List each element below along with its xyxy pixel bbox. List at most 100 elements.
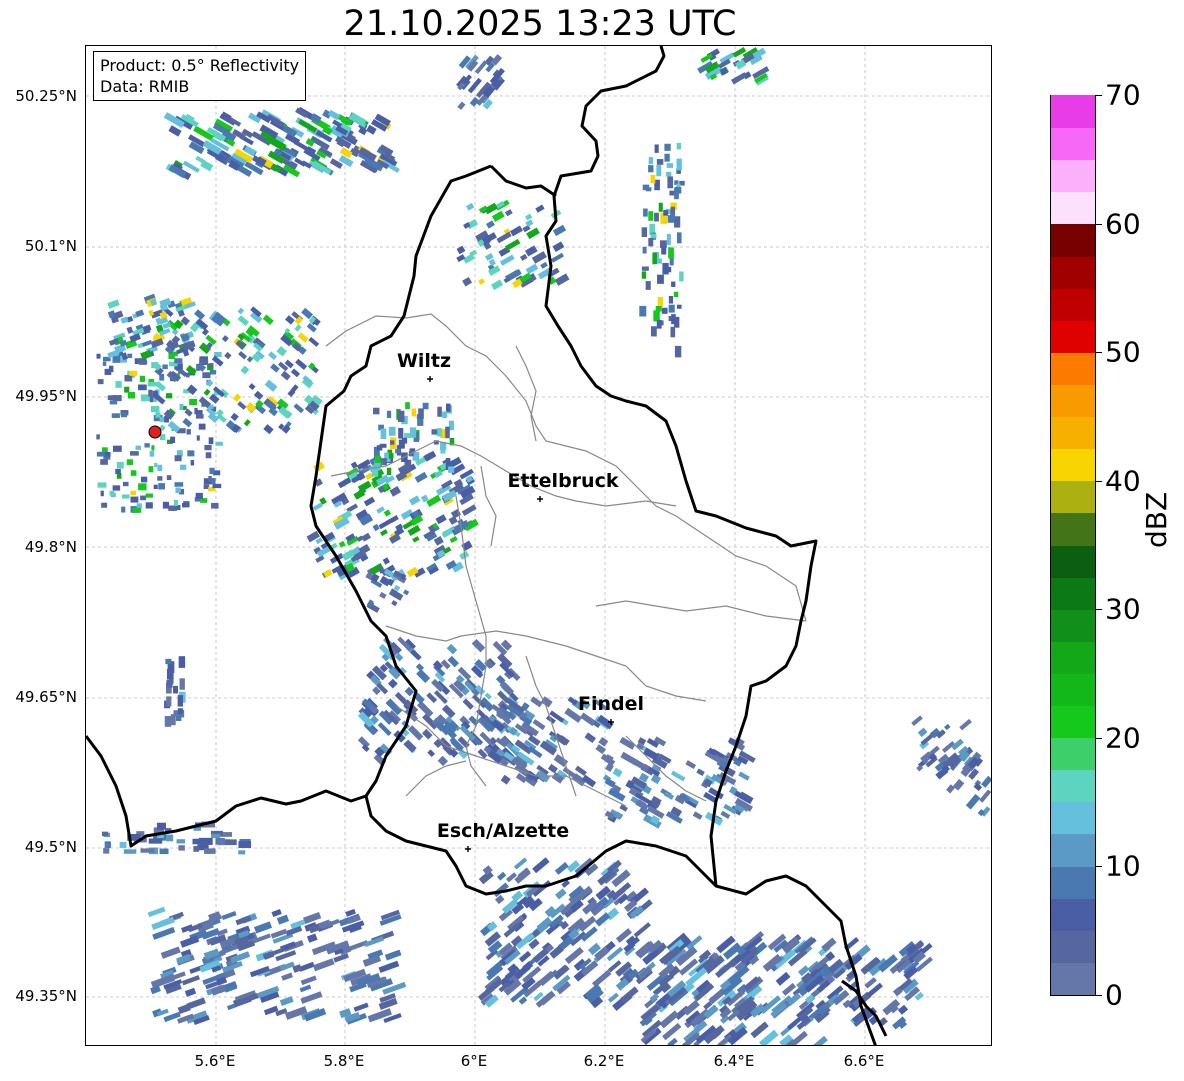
map-canvas [86, 46, 991, 1045]
echo-cell [641, 227, 648, 238]
colorbar-tick-label: 0 [1105, 978, 1123, 1012]
echo-cell [190, 460, 195, 466]
echo-cell [177, 695, 184, 707]
echo-cell [145, 493, 153, 498]
echo-cell [109, 400, 118, 405]
echo-cell [353, 1002, 369, 1012]
echo-cell [262, 314, 274, 326]
lon-tick-label: 5.8°E [323, 1052, 365, 1070]
echo-cell [376, 506, 385, 514]
echo-cell [148, 466, 154, 473]
echo-cell [195, 155, 206, 164]
echo-cell [306, 933, 318, 943]
echo-cell [186, 384, 198, 395]
echo-cell [657, 274, 664, 284]
echo-cell [211, 478, 216, 485]
echo-cell [96, 353, 101, 359]
echo-cell [196, 435, 200, 441]
echo-cell [276, 346, 288, 357]
echo-cell [176, 839, 186, 844]
echo-cell [299, 984, 312, 993]
echo-cell [944, 723, 951, 731]
echo-cell [156, 822, 167, 830]
echo-cell [607, 992, 619, 1003]
echo-cell [436, 428, 442, 437]
echo-cell [192, 838, 203, 845]
echo-cell [147, 906, 166, 918]
echo-cell [655, 306, 662, 312]
echo-cell [248, 383, 256, 391]
echo-cell [410, 649, 422, 661]
echo-cell [96, 434, 100, 440]
echo-cell [226, 1003, 237, 1011]
echo-cell [104, 368, 112, 375]
echo-cell [184, 987, 197, 997]
echo-cell [445, 403, 451, 412]
echo-cell [281, 972, 293, 981]
echo-cell [584, 732, 597, 744]
echo-cell [731, 72, 748, 85]
echo-cell [168, 125, 182, 137]
echo-cell [653, 310, 660, 322]
echo-cell [279, 961, 295, 971]
echo-cell [648, 237, 654, 247]
echo-cell [952, 778, 965, 791]
echo-cell [812, 1035, 828, 1045]
echo-cell [673, 291, 679, 298]
echo-cell [426, 494, 442, 507]
echo-cell [386, 410, 392, 418]
echo-cell [411, 408, 416, 417]
colorbar-tick-mark [1096, 866, 1102, 868]
echo-cell [591, 969, 612, 988]
echo-cell [759, 1029, 779, 1045]
echo-cell [295, 358, 308, 370]
echo-cell [209, 370, 217, 375]
echo-cell [650, 326, 657, 337]
echo-cell [159, 848, 169, 855]
echo-cell [379, 591, 387, 599]
echo-cell [209, 363, 214, 368]
colorbar-tick-mark [1096, 480, 1102, 482]
colorbar-segment [1051, 737, 1095, 771]
echo-cell [290, 368, 301, 378]
echo-cell [555, 888, 567, 900]
echo-cell [391, 600, 398, 607]
echo-cell [669, 257, 674, 266]
echo-cell [432, 660, 444, 671]
echo-cell [208, 475, 212, 483]
echo-cell [671, 281, 676, 287]
lat-tick-label: 49.65°N [15, 688, 77, 706]
echo-cell [166, 475, 172, 481]
echo-cell [130, 451, 139, 456]
echo-cell [308, 336, 320, 347]
lat-tick-label: 50.25°N [15, 87, 77, 105]
echo-cell [388, 452, 394, 459]
echo-cell [422, 402, 429, 410]
echo-cell [448, 466, 455, 473]
echo-cell [124, 386, 130, 393]
echo-cell [661, 307, 668, 314]
echo-cell [139, 375, 146, 382]
colorbar-tick-mark [1096, 95, 1102, 96]
echo-cell [648, 211, 654, 221]
echo-cell [178, 845, 185, 851]
echo-cell [518, 996, 528, 1005]
echo-cell [441, 704, 456, 719]
echo-cell [168, 505, 177, 511]
echo-cell [401, 437, 408, 444]
echo-cell [297, 332, 309, 343]
echo-cell [151, 445, 155, 451]
echo-cell [525, 213, 533, 221]
radar-map[interactable] [85, 45, 992, 1046]
echo-cell [312, 502, 323, 511]
colorbar-segment [1051, 512, 1095, 546]
colorbar-segment [1051, 576, 1095, 610]
colorbar-segment [1051, 223, 1095, 257]
echo-cell [911, 715, 923, 727]
echo-cell [667, 1037, 678, 1045]
echo-cell [264, 379, 278, 392]
echo-cell [183, 405, 187, 410]
echo-cell [165, 658, 172, 665]
echo-cell [408, 495, 421, 506]
echo-cell [179, 403, 184, 411]
